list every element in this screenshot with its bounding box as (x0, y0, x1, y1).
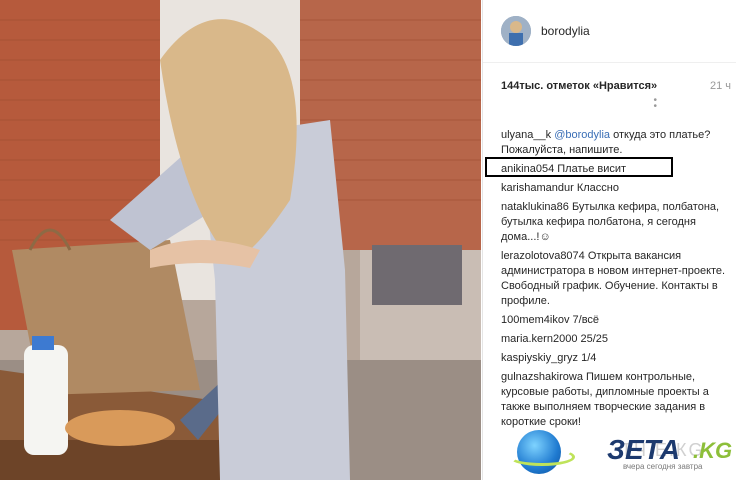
comment-username[interactable]: gulnazshakirowa (501, 371, 583, 383)
comment-username[interactable]: lerazolotova8074 (501, 250, 585, 262)
comment: karishamandur Классно (501, 181, 731, 196)
likes-count[interactable]: 144тыс. отметок «Нравится» (501, 80, 657, 92)
comment: nataklukina86 Бутылка кефира, полбатона,… (501, 200, 731, 245)
avatar-image (501, 16, 531, 46)
comment-text: 1/4 (578, 352, 597, 364)
comment-username[interactable]: ulyana__k (501, 129, 551, 141)
watermark-tagline: вчера сегодня завтра (623, 462, 703, 471)
comment-username[interactable]: kaspiyskiy_gryz (501, 352, 578, 364)
comment-username[interactable]: 100mem4ikov (501, 314, 569, 326)
more-comments-indicator: • • (653, 95, 657, 112)
comment: 100mem4ikov 7/всё (501, 313, 731, 328)
comment-text: Классно (573, 182, 619, 194)
comment: gulnazshakirowa Пишем контрольные, курсо… (501, 370, 731, 430)
comment-username[interactable]: karishamandur (501, 182, 574, 194)
comment-username[interactable]: nataklukina86 (501, 201, 569, 213)
photo-illustration (0, 0, 481, 480)
post-time[interactable]: 21 ч (710, 80, 731, 92)
post-photo[interactable] (0, 0, 481, 480)
username[interactable]: borodylia (541, 24, 590, 38)
highlight-box (485, 157, 673, 177)
watermark-suffix: .KG (693, 438, 733, 463)
comment-mention[interactable]: @borodylia (554, 129, 610, 141)
comment-username[interactable]: maria.kern2000 (501, 333, 577, 345)
comment: maria.kern2000 25/25 (501, 332, 731, 347)
watermark-logo: ТЧ.Е.КG ЗЕТА .KG вчера сегодня завтра (509, 428, 733, 478)
comment: ulyana__k @borodylia откуда это платье? … (501, 128, 731, 158)
avatar[interactable] (501, 16, 531, 46)
comment: kaspiyskiy_gryz 1/4 (501, 351, 731, 366)
comment-text: 25/25 (577, 333, 609, 345)
comment: lerazolotova8074 Открыта вакансия админи… (501, 249, 731, 309)
post-sidebar: borodylia 144тыс. отметок «Нравится» 21 … (482, 0, 736, 480)
comment-text: 7/всё (569, 314, 600, 326)
post-header: borodylia (483, 0, 736, 63)
orbit-ring-icon (509, 448, 575, 466)
